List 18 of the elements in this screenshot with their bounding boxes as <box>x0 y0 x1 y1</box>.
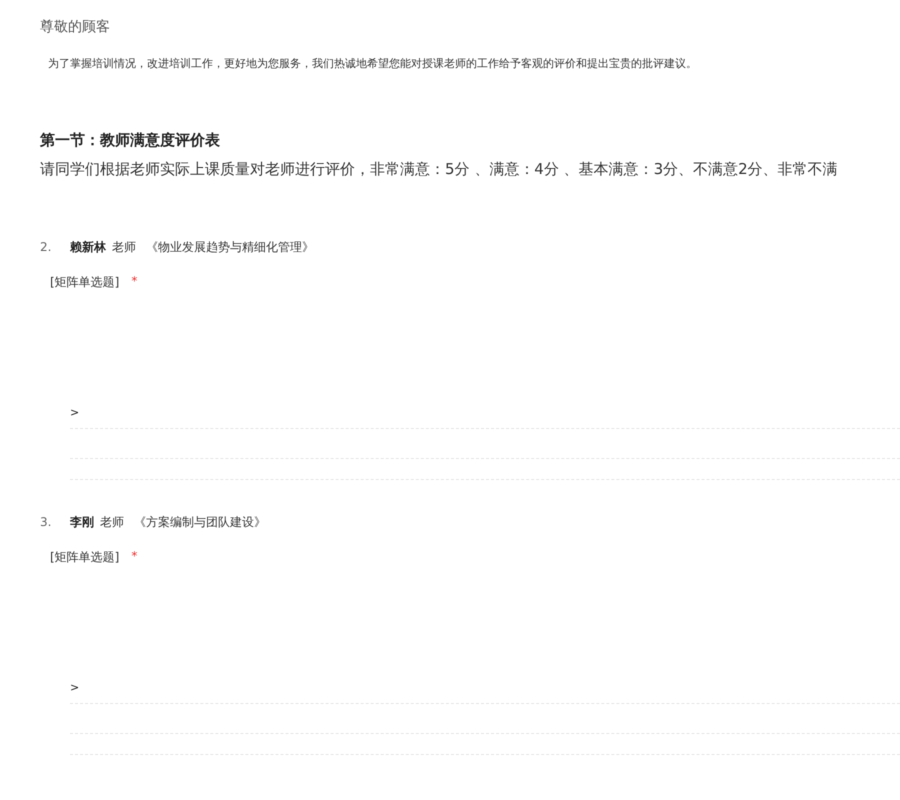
question-number: 3. <box>40 515 52 529</box>
question-type: [矩阵单选题] <box>50 274 120 291</box>
course-title: 《方案编制与团队建设》 <box>134 514 266 531</box>
teacher-role: 老师 <box>100 514 124 531</box>
section-title: 第一节：教师满意度评价表 <box>40 131 220 150</box>
course-title: 《物业发展趋势与精细化管理》 <box>146 239 314 256</box>
teacher-role: 老师 <box>112 239 136 256</box>
greeting-text: 尊敬的顾客 <box>40 18 110 36</box>
row-marker: > <box>70 406 80 419</box>
intro-paragraph: 为了掌握培训情况，改进培训工作，更好地为您服务，我们热诚地希望您能对授课老师的工作给予客观的评价和提出宝贵的批评建议。 <box>48 56 697 71</box>
required-mark: * <box>131 549 138 565</box>
question-type: [矩阵单选题] <box>50 549 120 566</box>
section-description: 请同学们根据老师实际上课质量对老师进行评价，非常满意：5分 、满意：4分 、基本满意：3分、不满意2分、非常不满 <box>40 160 838 179</box>
teacher-name: 赖新林 <box>70 239 106 256</box>
required-mark: * <box>131 274 138 290</box>
question-number: 2. <box>40 240 52 254</box>
row-marker: > <box>70 681 80 694</box>
teacher-name: 李刚 <box>70 514 94 531</box>
